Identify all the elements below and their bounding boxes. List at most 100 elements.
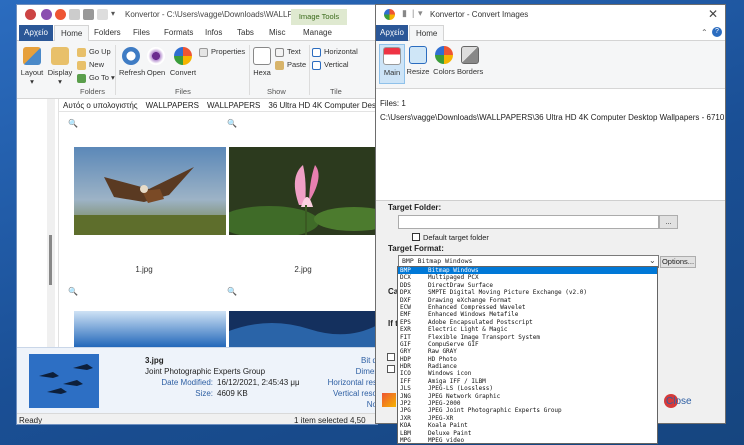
tab-infos[interactable]: Infos — [205, 28, 222, 37]
format-name: Adobe Encapsulated Postscript — [428, 318, 533, 326]
format-option[interactable]: EMF Enhanced Windows Metafile — [398, 311, 657, 318]
format-option[interactable]: ICO Windows icon — [398, 370, 657, 377]
dialog-menu-icon[interactable]: ▮ — [402, 8, 407, 19]
properties-button[interactable]: Properties — [199, 47, 245, 57]
format-option[interactable]: DCX Multipaged PCX — [398, 274, 657, 281]
thumbnail-item[interactable]: 🔍 — [65, 284, 226, 348]
breadcrumb-wallpapers-sub[interactable]: WALLPAPERS — [203, 99, 264, 111]
resize-button[interactable]: Resize — [405, 44, 431, 84]
options-button[interactable]: Options... — [660, 256, 696, 268]
tab-folders[interactable]: Folders — [94, 28, 121, 37]
show-group-label: Show — [267, 87, 286, 96]
format-option[interactable]: JNG JPEG Network Graphic — [398, 393, 657, 400]
format-name: CompuServe GIF — [428, 340, 479, 348]
format-option[interactable]: DPX SMPTE Digital Moving Picture Exchange… — [398, 289, 657, 296]
thumbnail-item[interactable]: 🔍 2.jpg — [224, 116, 377, 282]
format-option[interactable]: FIT Flexible Image Transport System — [398, 334, 657, 341]
tab-manage[interactable]: Manage — [303, 28, 332, 37]
app-icon — [25, 9, 36, 20]
format-option[interactable]: JLS JPEG-LS (Lossless) — [398, 385, 657, 392]
properties-icon — [199, 47, 208, 57]
target-folder-input[interactable] — [398, 215, 659, 229]
file-path[interactable]: C:\Users\vagge\Downloads\WALLPAPERS\36 U… — [380, 113, 725, 122]
tile-vertical-button[interactable]: Vertical — [312, 60, 349, 70]
format-option[interactable]: DXF Drawing eXchange Format — [398, 297, 657, 304]
format-option[interactable]: ECW Enhanced Compressed Wavelet — [398, 304, 657, 311]
dialog-tab-home[interactable]: Home — [409, 25, 445, 42]
format-code: JPG — [400, 407, 411, 415]
format-dropdown-list[interactable]: BMP Bitmap Windows DCX Multipaged PCX DDS Dir… — [397, 266, 658, 444]
convert-start-icon[interactable] — [382, 393, 396, 407]
format-code: DXF — [400, 296, 411, 304]
quick-view-icon[interactable] — [41, 9, 52, 20]
files-group-label: Files — [175, 87, 191, 96]
breadcrumb-wallpapers[interactable]: WALLPAPERS — [142, 99, 203, 111]
thumbnail-item[interactable]: 🔍 1.jpg — [65, 116, 226, 282]
option-checkbox[interactable] — [387, 365, 395, 373]
thumbnail-item[interactable]: 🔍 — [224, 284, 377, 348]
dialog-qat-dropdown-icon[interactable]: ▾ — [418, 8, 423, 19]
refresh-button[interactable]: Refresh — [119, 47, 145, 77]
text-button[interactable]: Text — [275, 47, 301, 57]
tab-files[interactable]: Files — [133, 28, 150, 37]
borders-button[interactable]: Borders — [457, 44, 483, 84]
format-option[interactable]: JPG JPEG Joint Photographic Experts Group — [398, 407, 657, 414]
format-option[interactable]: KOA Koala Paint — [398, 422, 657, 429]
tile-horizontal-button[interactable]: Horizontal — [312, 47, 358, 57]
help-icon[interactable]: ? — [712, 27, 722, 37]
hexa-button[interactable]: Hexa — [251, 47, 273, 77]
format-option[interactable]: EXR Electric Light & Magic — [398, 326, 657, 333]
quick-folder-icon[interactable] — [97, 9, 108, 20]
breadcrumb-this-pc[interactable]: Αυτός ο υπολογιστής — [59, 99, 142, 111]
display-button[interactable]: Display ▾ — [46, 47, 74, 86]
tab-file[interactable]: Αρχείο — [19, 25, 53, 41]
format-option[interactable]: BMP Bitmap Windows — [398, 267, 657, 275]
format-name: JPEG-LS (Lossless) — [428, 385, 494, 393]
colors-button[interactable]: Colors — [431, 44, 457, 84]
dialog-tab-file[interactable]: Αρχείο — [376, 25, 408, 41]
main-icon — [383, 47, 401, 65]
breadcrumb-current-folder[interactable]: 36 Ultra HD 4K Computer Desktop Wallpa — [264, 99, 377, 111]
dialog-close-icon[interactable]: ✕ — [708, 7, 718, 21]
format-option[interactable]: EPS Adobe Encapsulated Postscript — [398, 319, 657, 326]
option-checkbox[interactable] — [387, 353, 395, 361]
paste-button[interactable]: Paste — [275, 60, 306, 70]
format-option[interactable]: GRY Raw GRAY — [398, 348, 657, 355]
go-up-button[interactable]: Go Up — [77, 47, 111, 57]
default-target-checkbox[interactable] — [412, 233, 420, 241]
format-name: JPEG-2000 — [428, 400, 461, 408]
folder-tree-scroll-thumb[interactable] — [49, 235, 52, 285]
format-name: Amiga IFF / ILBM — [428, 377, 486, 385]
format-option[interactable]: JXR JPEG-XR — [398, 415, 657, 422]
format-name: Windows icon — [428, 370, 472, 378]
browse-button[interactable]: ... — [659, 215, 678, 229]
format-option[interactable]: HDP HD Photo — [398, 356, 657, 363]
format-option[interactable]: MPG MPEG video — [398, 437, 657, 443]
layout-button[interactable]: Layout ▾ — [19, 47, 45, 86]
open-button[interactable]: Open — [145, 47, 167, 77]
go-to-button[interactable]: Go To ▾ — [77, 73, 115, 83]
quick-convert-icon[interactable] — [55, 9, 66, 20]
format-option[interactable]: GIF CompuServe GIF — [398, 341, 657, 348]
ribbon-collapse-icon[interactable]: ⌃ — [701, 28, 708, 37]
tab-misc[interactable]: Misc — [269, 28, 285, 37]
tab-formats[interactable]: Formats — [164, 28, 193, 37]
convert-button[interactable]: Convert — [169, 47, 197, 77]
quick-up-icon[interactable] — [83, 9, 94, 20]
qat-dropdown-icon[interactable]: ▾ — [111, 9, 115, 18]
quick-doc-icon[interactable] — [69, 9, 80, 20]
convert-icon — [174, 47, 192, 65]
close-button[interactable]: Close — [666, 396, 692, 407]
format-option[interactable]: HDR Radiance — [398, 363, 657, 370]
main-button[interactable]: Main — [379, 44, 405, 84]
format-option[interactable]: DDS DirectDraw Surface — [398, 282, 657, 289]
format-option[interactable]: IFF Amiga IFF / ILBM — [398, 378, 657, 385]
tab-tabs[interactable]: Tabs — [237, 28, 254, 37]
format-option[interactable]: LBM Deluxe Paint — [398, 430, 657, 437]
folder-tree-scrollbar[interactable] — [47, 99, 55, 347]
files-list[interactable]: Files: 1 C:\Users\vagge\Downloads\WALLPA… — [376, 89, 725, 201]
format-option[interactable]: JP2 JPEG-2000 — [398, 400, 657, 407]
new-button[interactable]: New — [77, 60, 104, 70]
chevron-down-icon[interactable]: ⌄ — [649, 256, 656, 265]
tab-home[interactable]: Home — [54, 25, 90, 42]
